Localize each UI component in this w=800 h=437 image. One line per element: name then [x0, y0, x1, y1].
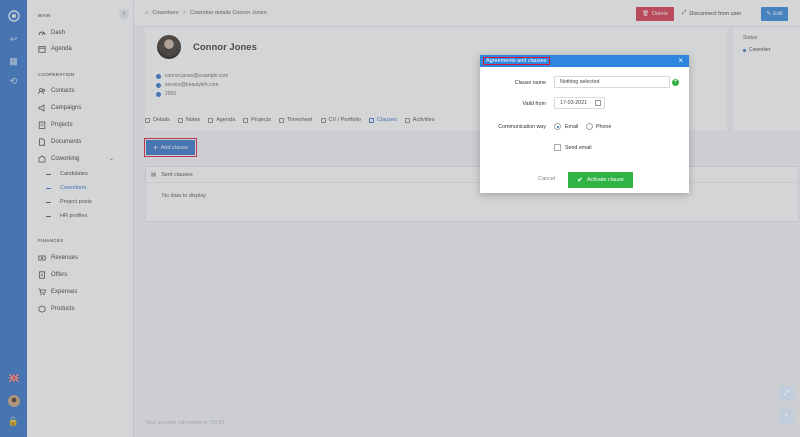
clause-name-select[interactable]: Nothing selected [554, 76, 670, 88]
phone-option-label: Phone [596, 124, 612, 130]
close-icon[interactable]: × [678, 56, 683, 65]
activate-clause-label: Activate clause [586, 177, 624, 183]
phone-radio[interactable] [586, 123, 593, 130]
email-option-label: Email [565, 124, 579, 130]
valid-from-date-input[interactable]: 17-03-2021 [554, 97, 605, 109]
calendar-icon[interactable] [595, 100, 601, 106]
add-clause-icon[interactable]: + [672, 79, 679, 86]
valid-from-value: 17-03-2021 [560, 100, 588, 106]
cancel-button[interactable]: Cancel [538, 176, 555, 182]
send-email-checkbox[interactable] [554, 144, 561, 151]
clause-name-label: Clause name [514, 80, 546, 86]
scroll-top-icon[interactable]: ⌃ [779, 409, 794, 424]
expand-icon[interactable]: ⤢ [779, 386, 794, 401]
email-radio[interactable] [554, 123, 561, 130]
modal-title: Agreements and clauses [483, 57, 550, 65]
communication-way-label: Communication way [498, 124, 546, 130]
send-email-label: Send email [565, 145, 592, 151]
valid-from-label: Valid from [522, 101, 546, 107]
modal-header: Agreements and clauses × [480, 55, 689, 67]
activate-clause-button[interactable]: ✔ Activate clause [568, 172, 633, 188]
check-icon: ✔ [577, 177, 583, 184]
